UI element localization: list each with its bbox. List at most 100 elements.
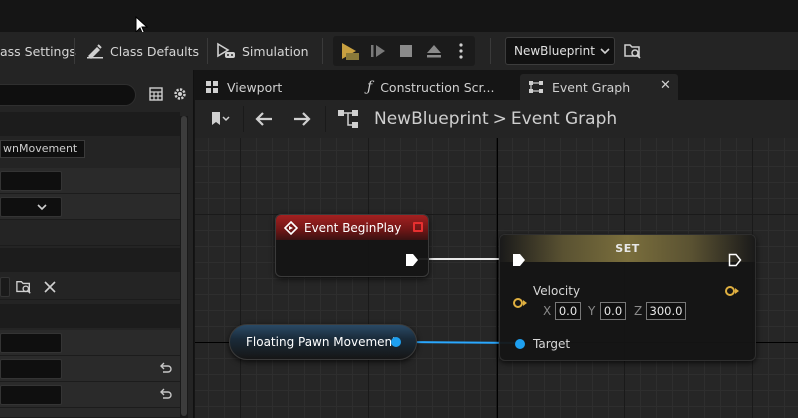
- vector-y-value: 0.0: [603, 304, 623, 318]
- back-button[interactable]: [251, 100, 277, 138]
- event-graph-icon: [529, 81, 543, 93]
- tab-viewport[interactable]: Viewport: [197, 74, 347, 100]
- more-options-button[interactable]: [451, 36, 471, 66]
- breadcrumb-separator: >: [492, 109, 507, 129]
- details-category-header[interactable]: [0, 304, 180, 328]
- property-dropdown[interactable]: [0, 197, 62, 217]
- property-matrix-button[interactable]: [148, 86, 164, 105]
- velocity-output-pin[interactable]: [724, 285, 740, 297]
- chevron-down-icon: [600, 48, 610, 55]
- event-diamond-icon: [284, 220, 298, 235]
- details-category-header[interactable]: [0, 248, 180, 272]
- eject-button[interactable]: [423, 36, 445, 66]
- event-beginplay-node[interactable]: Event BeginPlay: [275, 214, 429, 277]
- tab-viewport-label: Viewport: [227, 79, 283, 95]
- exec-output-pin[interactable]: [405, 253, 419, 267]
- toolbar-divider: [490, 38, 491, 64]
- breadcrumb: NewBlueprint > Event Graph: [374, 100, 617, 138]
- class-settings-button[interactable]: ass Settings: [0, 32, 76, 70]
- exec-output-pin[interactable]: [728, 253, 742, 267]
- class-defaults-icon: [87, 44, 103, 59]
- component-name-text: wnMovement: [3, 142, 78, 155]
- more-vertical-icon: [459, 43, 463, 59]
- property-row: [0, 194, 180, 220]
- vector-z-value: 300.0: [649, 304, 683, 318]
- breadcrumb-root[interactable]: NewBlueprint: [374, 109, 489, 129]
- tab-event-graph[interactable]: Event Graph: [520, 74, 678, 100]
- target-label: Target: [533, 337, 571, 351]
- blueprint-select-value: NewBlueprint: [514, 44, 595, 58]
- tab-construction-script-label: Construction Scr...: [380, 79, 495, 95]
- property-row: [0, 220, 180, 246]
- vector-y-input[interactable]: 0.0: [600, 302, 626, 320]
- property-value-field[interactable]: [0, 171, 62, 191]
- floating-pawn-movement-node[interactable]: Floating Pawn Movement: [229, 324, 417, 360]
- graph-origin-axis-vertical: [497, 138, 498, 418]
- compile-button[interactable]: [337, 36, 363, 66]
- gear-icon: [174, 88, 186, 100]
- breadcrumb-current[interactable]: Event Graph: [511, 109, 617, 129]
- details-panel: wnMovement: [0, 70, 194, 418]
- class-defaults-label: Class Defaults: [110, 43, 200, 59]
- simulation-button[interactable]: Simulation: [216, 32, 309, 70]
- set-node-header: SET: [500, 235, 755, 262]
- browse-blueprint-button[interactable]: [623, 42, 643, 63]
- event-graph-icon: [338, 110, 358, 128]
- folder-search-icon: [624, 44, 641, 59]
- details-search-input[interactable]: [0, 84, 136, 106]
- toolbar-divider: [207, 38, 208, 64]
- property-value-field[interactable]: [0, 385, 62, 405]
- details-scrollbar[interactable]: [180, 116, 188, 418]
- vector-x-input[interactable]: 0.0: [555, 302, 581, 320]
- property-value-field[interactable]: [0, 333, 62, 353]
- asset-picker-field[interactable]: [0, 277, 10, 297]
- velocity-label: Velocity: [533, 284, 581, 298]
- set-velocity-node[interactable]: SET Velocity X Y Z 0.0 0.0 300.0 Target: [499, 234, 756, 361]
- property-row: [0, 382, 180, 408]
- component-name-field[interactable]: wnMovement: [0, 140, 85, 158]
- reset-arrow-icon[interactable]: [158, 388, 172, 402]
- property-row: [0, 168, 180, 194]
- toolbar-divider: [322, 38, 323, 64]
- target-input-pin[interactable]: [514, 338, 526, 350]
- vector-z-input[interactable]: 300.0: [646, 302, 686, 320]
- stop-icon: [400, 45, 412, 57]
- delegate-pin[interactable]: [413, 222, 423, 232]
- chevron-down-icon: [37, 204, 47, 211]
- bookmark-button[interactable]: [203, 100, 239, 138]
- property-row: [0, 408, 180, 418]
- event-node-header: Event BeginPlay: [276, 215, 428, 240]
- compile-icon: [342, 43, 359, 60]
- class-settings-label: ass Settings: [0, 43, 76, 59]
- stop-button[interactable]: [395, 36, 417, 66]
- main-toolbar: ass Settings Class Defaults Simulation N…: [0, 32, 798, 70]
- blueprint-debug-select[interactable]: NewBlueprint: [505, 37, 615, 65]
- toolbar-divider: [74, 38, 75, 64]
- vector-y-label: Y: [588, 304, 596, 318]
- set-node-title: SET: [615, 242, 640, 255]
- class-defaults-button[interactable]: Class Defaults: [86, 32, 199, 70]
- exec-input-pin[interactable]: [512, 253, 526, 267]
- event-node-title: Event BeginPlay: [304, 220, 402, 235]
- step-button[interactable]: [367, 36, 389, 66]
- details-settings-button[interactable]: [172, 86, 188, 105]
- component-node-title: Floating Pawn Movement: [246, 335, 397, 349]
- component-output-pin[interactable]: [390, 336, 402, 348]
- close-icon[interactable]: ✕: [660, 78, 671, 93]
- property-row: [0, 356, 180, 382]
- graph-canvas[interactable]: Event BeginPlay SET Velocity X Y Z 0.0 0…: [195, 138, 798, 418]
- tab-construction-script[interactable]: ƒ Construction Scr...: [359, 74, 519, 100]
- forward-button[interactable]: [289, 100, 315, 138]
- property-value-field[interactable]: [0, 359, 62, 379]
- reset-arrow-icon[interactable]: [158, 362, 172, 376]
- scrollbar-thumb[interactable]: [181, 116, 187, 416]
- arrow-right-icon: [294, 112, 311, 126]
- tab-event-graph-label: Event Graph: [552, 79, 631, 95]
- folder-search-icon[interactable]: [15, 279, 33, 295]
- function-icon: ƒ: [367, 79, 373, 95]
- viewport-icon: [206, 81, 218, 93]
- title-bar: [0, 0, 798, 36]
- close-icon[interactable]: [43, 280, 57, 294]
- details-category-header[interactable]: [0, 112, 180, 136]
- velocity-input-pin[interactable]: [512, 297, 528, 309]
